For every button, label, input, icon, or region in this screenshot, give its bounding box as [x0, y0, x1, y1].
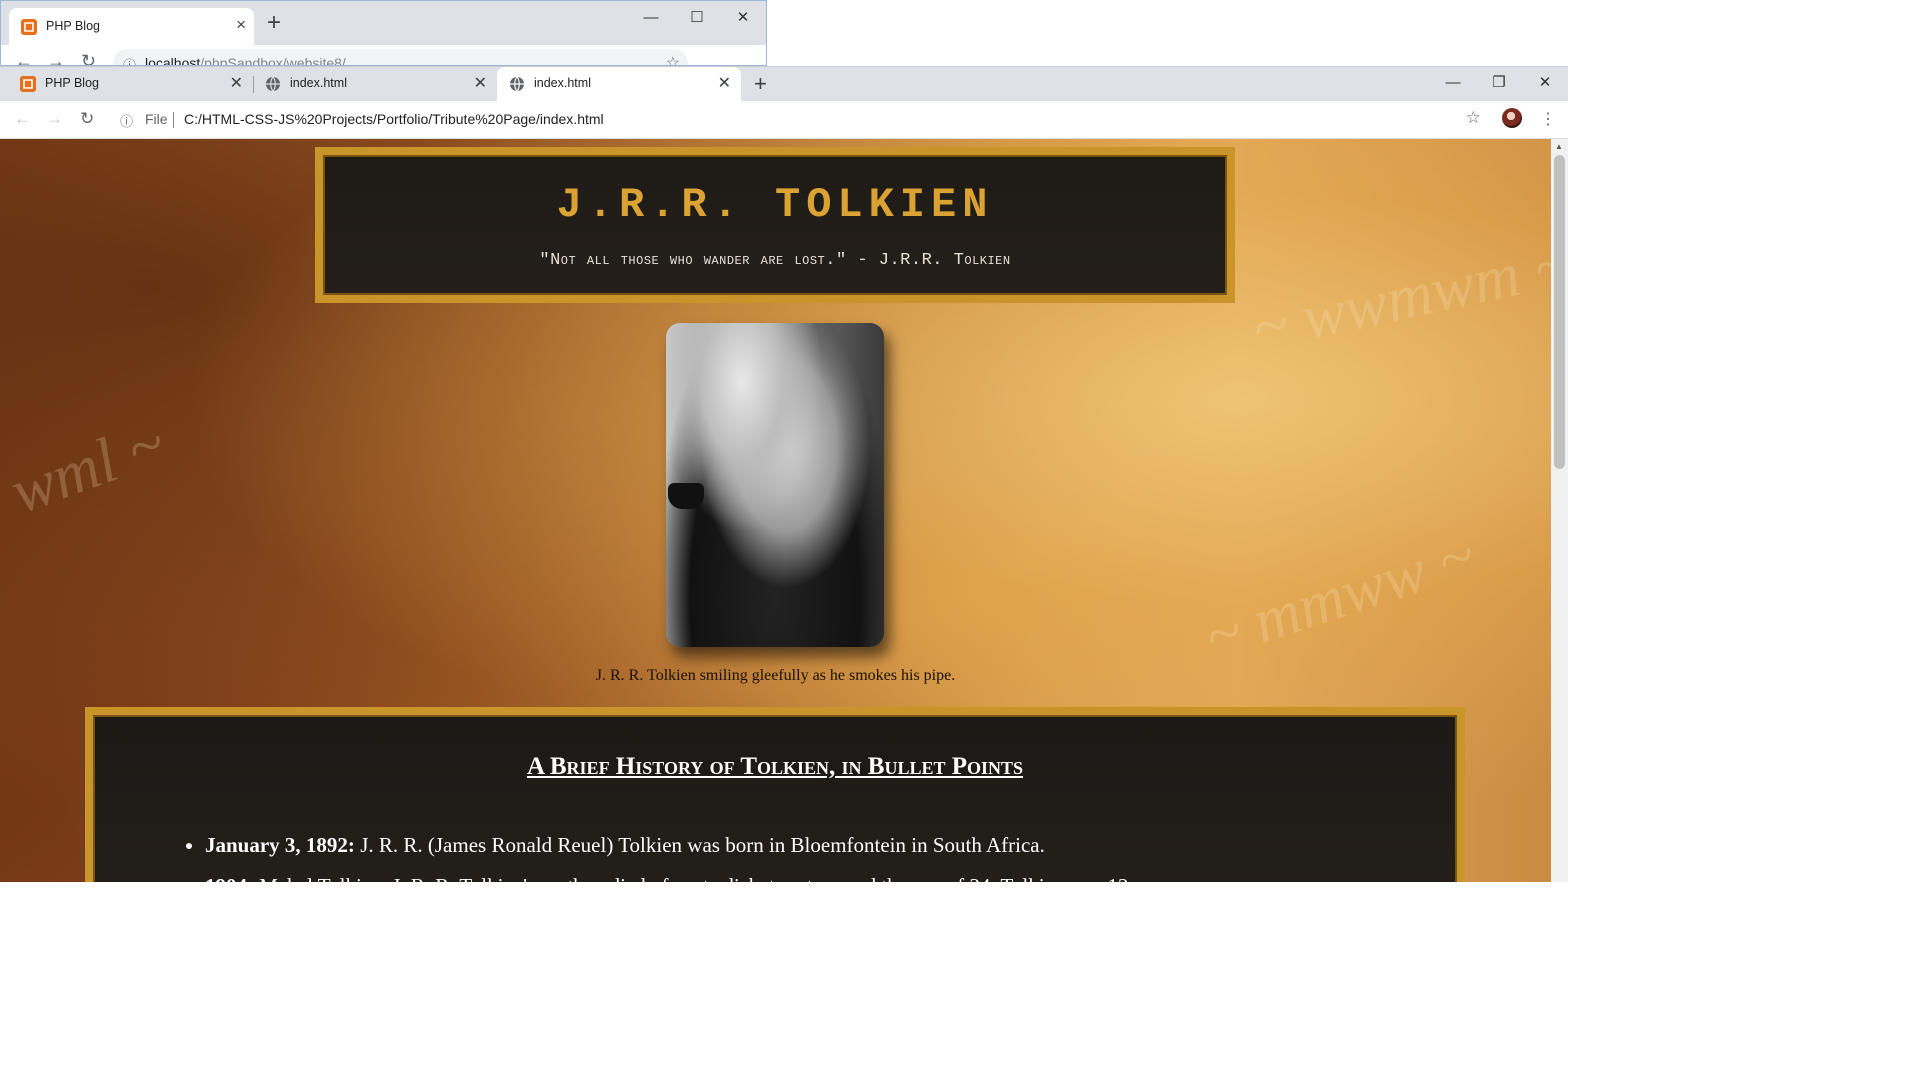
omnibox[interactable]: ⓘ File C:/HTML-CSS-JS%20Projects/Portfol…: [110, 105, 1493, 134]
tab-title: PHP Blog: [45, 76, 99, 90]
new-tab-icon[interactable]: +: [754, 71, 767, 97]
list-item-text: Mabel Tolkien, J. R. R. Tolkien's mother…: [259, 874, 1134, 882]
info-icon[interactable]: ⓘ: [120, 111, 133, 130]
history-heading: A Brief History of Tolkien, in Bullet Po…: [526, 753, 1024, 780]
info-icon: ⓘ: [123, 58, 137, 66]
close-tab-icon[interactable]: ✕: [230, 73, 243, 93]
close-icon[interactable]: ×: [236, 15, 246, 35]
history-section: A Brief History of Tolkien, in Bullet Po…: [85, 707, 1465, 882]
image-caption: J. R. R. Tolkien smiling gleefully as he…: [595, 667, 956, 684]
minimize-icon[interactable]: —: [628, 1, 674, 33]
title-header: J.R.R. TOLKIEN "Not all those who wander…: [315, 147, 1235, 303]
tab-index-1[interactable]: index.html ✕: [253, 67, 497, 101]
main-browser-window: PHP Blog ✕ index.html ✕ index.html ✕ + —…: [0, 66, 1568, 882]
close-tab-icon[interactable]: ✕: [718, 73, 731, 93]
page-title: J.R.R. TOLKIEN: [556, 181, 994, 229]
reload-icon[interactable]: ↻: [80, 109, 94, 129]
globe-icon: [509, 76, 525, 97]
list-item: January 3, 1892: J. R. R. (James Ronald …: [205, 825, 1405, 866]
bookmark-star-icon[interactable]: ☆: [1466, 108, 1481, 128]
page-viewport: ~ wwmwm ~ ~ mmww ~ ~ wml ~ J.R.R. TOLKIE…: [0, 139, 1551, 882]
history-list: January 3, 1892: J. R. R. (James Ronald …: [173, 825, 1405, 882]
globe-icon: [265, 76, 281, 97]
tab-strip: PHP Blog ✕ index.html ✕ index.html ✕ + —…: [0, 67, 1568, 101]
bg-window-controls: — ☐ ✕: [628, 1, 766, 33]
list-item: 1904: Mabel Tolkien, J. R. R. Tolkien's …: [205, 866, 1405, 882]
window-controls: — ❐ ✕: [1430, 67, 1568, 97]
back-icon[interactable]: ←: [14, 109, 31, 129]
pipe-shape: [668, 483, 704, 509]
restore-icon[interactable]: ❐: [1476, 67, 1522, 97]
bg-omnibox[interactable]: ⓘ localhost/phpSandbox/website8/ ☆: [113, 49, 688, 66]
bookmark-star-icon[interactable]: ☆: [666, 53, 680, 65]
background-script-decoration: ~ mmww ~: [1195, 518, 1484, 673]
tab-index-2-active[interactable]: index.html ✕: [497, 67, 741, 101]
url-scheme: File: [145, 111, 168, 127]
background-script-decoration: ~ wwmwm ~: [1246, 227, 1551, 364]
new-tab-icon[interactable]: +: [267, 11, 281, 35]
background-browser-window: PHP Blog × + — ☐ ✕ ← → ↻ ⓘ localhost/php…: [0, 0, 767, 66]
forward-icon[interactable]: →: [47, 51, 65, 65]
scrollbar-thumb[interactable]: [1554, 155, 1565, 469]
tab-title: index.html: [534, 76, 591, 90]
browser-toolbar: ← → ↻ ⓘ File C:/HTML-CSS-JS%20Projects/P…: [0, 101, 1568, 139]
back-icon[interactable]: ←: [15, 51, 33, 65]
close-tab-icon[interactable]: ✕: [474, 73, 487, 93]
forward-icon[interactable]: →: [46, 109, 63, 129]
bg-url: localhost/phpSandbox/website8/: [145, 55, 346, 66]
php-favicon: [20, 76, 36, 97]
vertical-scrollbar[interactable]: ▲: [1551, 139, 1568, 882]
maximize-icon[interactable]: ☐: [674, 1, 720, 33]
tab-title: index.html: [290, 76, 347, 90]
bg-tab-php-blog[interactable]: PHP Blog ×: [9, 8, 254, 45]
scroll-up-icon[interactable]: ▲: [1555, 142, 1563, 151]
tolkien-portrait-image: [666, 323, 884, 647]
tagline-quote: "Not all those who wander are lost." - J…: [539, 251, 1011, 270]
list-item-text: J. R. R. (James Ronald Reuel) Tolkien wa…: [360, 833, 1045, 857]
url-divider: [173, 112, 174, 128]
url-text[interactable]: C:/HTML-CSS-JS%20Projects/Portfolio/Trib…: [184, 111, 604, 127]
list-item-date: January 3, 1892:: [205, 833, 355, 857]
close-window-icon[interactable]: ✕: [720, 1, 766, 33]
profile-avatar[interactable]: [1502, 108, 1522, 128]
reload-icon[interactable]: ↻: [81, 51, 96, 65]
list-item-date: 1904:: [205, 874, 254, 882]
bg-tab-title: PHP Blog: [46, 19, 100, 33]
kebab-menu-icon[interactable]: ⋮: [1540, 109, 1556, 129]
close-window-icon[interactable]: ✕: [1522, 67, 1568, 97]
minimize-icon[interactable]: —: [1430, 67, 1476, 97]
bg-address-bar: ← → ↻ ⓘ localhost/phpSandbox/website8/ ☆: [1, 45, 766, 66]
tab-php-blog[interactable]: PHP Blog ✕: [8, 67, 253, 101]
background-script-decoration: ~ wml ~: [0, 406, 174, 545]
php-favicon: [21, 19, 37, 40]
